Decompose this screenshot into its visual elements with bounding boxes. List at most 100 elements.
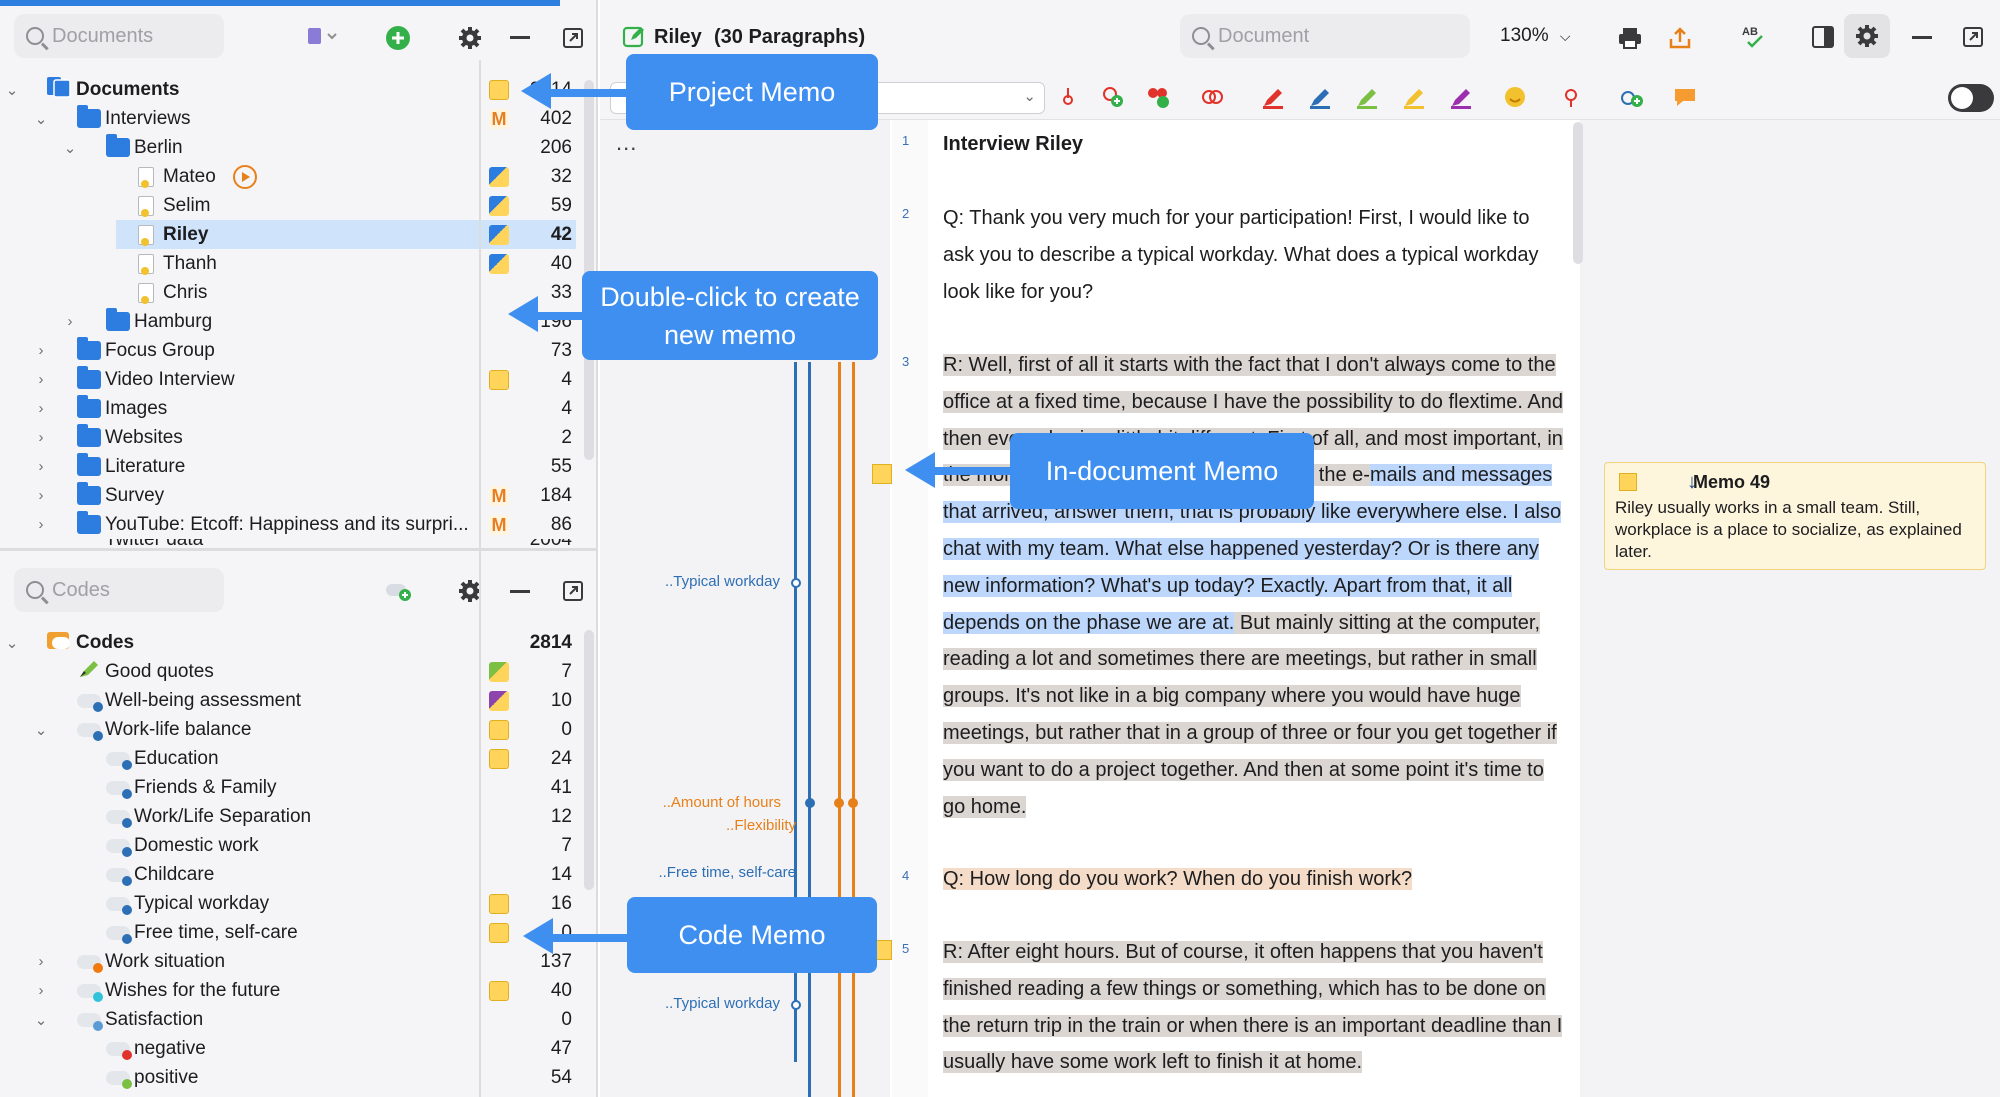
code-mark-label[interactable]: ..Amount of hours — [600, 794, 781, 811]
chevron-right-icon[interactable]: › — [60, 313, 80, 330]
memo-icon[interactable] — [489, 980, 509, 1001]
tree-row-survey[interactable]: › Survey M 184 — [0, 481, 598, 510]
code-row-work-life-balance[interactable]: ⌄ Work-life balance 0 — [0, 715, 598, 744]
paragraph-2[interactable]: Q: Thank you very much for your particip… — [943, 200, 1563, 310]
tree-row-selim[interactable]: Selim 59 — [0, 191, 598, 220]
chevron-right-icon[interactable]: › — [31, 342, 51, 359]
code-row-satisfaction[interactable]: ⌄ Satisfaction 0 — [0, 1005, 598, 1034]
add-code-icon[interactable] — [385, 580, 413, 606]
memo-icon[interactable] — [489, 79, 509, 100]
code-stripe-blue[interactable] — [808, 362, 811, 1097]
memo-icon[interactable] — [489, 253, 509, 274]
codes-search-input[interactable]: Codes — [14, 568, 224, 612]
zoom-select[interactable]: 130% ⌵ — [1500, 25, 1571, 47]
undock-icon[interactable] — [562, 27, 584, 53]
code-row-domestic-work[interactable]: Domestic work 7 — [0, 831, 598, 860]
tree-row-images[interactable]: › Images 4 — [0, 394, 598, 423]
code-mark-label[interactable]: ..Free time, self-care — [600, 864, 796, 881]
undo-coding-icon[interactable] — [1558, 84, 1584, 115]
chevron-down-icon[interactable]: ⌄ — [31, 721, 51, 739]
code-row-codes[interactable]: ⌄ Codes 2814 — [0, 628, 598, 657]
code-row-childcare[interactable]: Childcare 14 — [0, 860, 598, 889]
chevron-right-icon[interactable]: › — [31, 487, 51, 504]
code-mark-label[interactable]: ..Flexibility — [600, 817, 796, 834]
edit-mode-toggle[interactable] — [1948, 84, 1994, 112]
chevron-right-icon[interactable]: › — [31, 371, 51, 388]
code-row-work-situation[interactable]: › Work situation 137 — [0, 947, 598, 976]
minimize-icon[interactable] — [510, 590, 530, 593]
highlighter-yellow-icon[interactable] — [1401, 84, 1427, 115]
minimize-icon[interactable] — [510, 36, 530, 39]
gear-icon[interactable] — [458, 26, 482, 54]
code-row-free-time[interactable]: Free time, self-care 0 — [0, 918, 598, 947]
code-mark-dot[interactable] — [834, 798, 844, 808]
undock-icon[interactable] — [562, 580, 584, 606]
code-row-wishes[interactable]: › Wishes for the future 40 — [0, 976, 598, 1005]
spellcheck-icon[interactable]: AB — [1740, 24, 1768, 55]
memo-icon[interactable] — [489, 369, 509, 390]
tree-row-mateo[interactable]: Mateo 32 — [0, 162, 598, 191]
tree-row-focus-group[interactable]: › Focus Group 73 — [0, 336, 598, 365]
tree-row-youtube[interactable]: › YouTube: Etcoff: Happiness and its sur… — [0, 510, 598, 539]
tree-row-websites[interactable]: › Websites 2 — [0, 423, 598, 452]
chevron-right-icon[interactable]: › — [31, 458, 51, 475]
undock-icon[interactable] — [1962, 26, 1984, 53]
more-options-icon[interactable]: ... — [616, 130, 637, 156]
document-scrollbar[interactable] — [1573, 122, 1583, 264]
code-stripe-orange-2[interactable] — [852, 362, 855, 1097]
document-search-input[interactable]: Document — [1180, 14, 1470, 58]
paragraph-1[interactable]: Interview Riley — [943, 126, 1563, 163]
memo-icon[interactable] — [489, 690, 509, 711]
coded-segment[interactable]: But mainly sitting at the computer, read… — [943, 611, 1557, 818]
chevron-down-icon[interactable]: ⌄ — [2, 81, 22, 99]
chevron-down-icon[interactable]: ⌄ — [60, 139, 80, 157]
code-row-education[interactable]: Education 24 — [0, 744, 598, 773]
edit-document-icon[interactable] — [622, 25, 646, 54]
new-code-icon[interactable] — [1100, 84, 1126, 115]
paragraph-3[interactable]: R: Well, first of all it starts with the… — [943, 347, 1563, 825]
chevron-right-icon[interactable]: › — [31, 400, 51, 417]
code-mark-label[interactable]: ..Typical workday — [600, 573, 780, 590]
tree-row-documents[interactable]: ⌄ Documents 2814 — [0, 75, 598, 104]
highlighter-red-icon[interactable] — [1260, 84, 1286, 115]
code-row-negative[interactable]: negative 47 — [0, 1034, 598, 1063]
tree-row-twitter[interactable]: Twitter data 2004 — [0, 539, 598, 547]
memo-icon[interactable] — [489, 748, 509, 769]
code-in-vivo-icon[interactable] — [1145, 84, 1173, 115]
code-stripe-orange-1[interactable] — [838, 362, 841, 1097]
chevron-down-icon[interactable]: ⌄ — [2, 634, 22, 652]
code-tree-scrollbar[interactable] — [584, 630, 594, 890]
code-row-friends-family[interactable]: Friends & Family 41 — [0, 773, 598, 802]
tree-row-video-interview[interactable]: › Video Interview 4 — [0, 365, 598, 394]
split-view-icon[interactable] — [1812, 26, 1834, 53]
code-mark-dot[interactable] — [848, 798, 858, 808]
comment-icon[interactable] — [1672, 84, 1698, 115]
in-document-memo-icon[interactable] — [872, 464, 892, 484]
code-mark-dot[interactable] — [791, 578, 801, 588]
coded-segment[interactable]: Q: How long do you work? When do you fin… — [943, 868, 1413, 890]
code-row-good-quotes[interactable]: Good quotes 7 — [0, 657, 598, 686]
tree-row-thanh[interactable]: Thanh 40 — [0, 249, 598, 278]
document-type-icon[interactable] — [306, 26, 340, 44]
memo-icon[interactable] — [489, 922, 509, 943]
link-icon[interactable] — [1618, 84, 1646, 115]
chevron-down-icon[interactable]: ⌄ — [31, 1011, 51, 1029]
memo-icon[interactable] — [489, 719, 509, 740]
code-mark-label[interactable]: ..Typical workday — [600, 995, 780, 1012]
chevron-down-icon[interactable]: ⌄ — [31, 110, 51, 128]
tree-row-berlin[interactable]: ⌄ Berlin 206 — [0, 133, 598, 162]
paragraph-4[interactable]: Q: How long do you work? When do you fin… — [943, 861, 1563, 898]
code-with-recent-icon[interactable] — [1055, 84, 1081, 115]
code-row-typical-workday[interactable]: Typical workday 16 — [0, 889, 598, 918]
document-tree-scrollbar[interactable] — [584, 80, 594, 460]
tree-row-interviews[interactable]: ⌄ Interviews M 402 — [0, 104, 598, 133]
memo-icon[interactable] — [489, 166, 509, 187]
memo-m-icon[interactable]: M — [489, 485, 509, 506]
highlighter-blue-icon[interactable] — [1307, 84, 1333, 115]
memo-icon[interactable] — [489, 893, 509, 914]
paragraph-5[interactable]: R: After eight hours. But of course, it … — [943, 934, 1563, 1081]
memo-card[interactable]: ↓ Memo 49 Riley usually works in a small… — [1604, 462, 1986, 570]
add-document-icon[interactable] — [385, 25, 411, 55]
memo-icon[interactable] — [489, 661, 509, 682]
memo-icon[interactable] — [489, 195, 509, 216]
